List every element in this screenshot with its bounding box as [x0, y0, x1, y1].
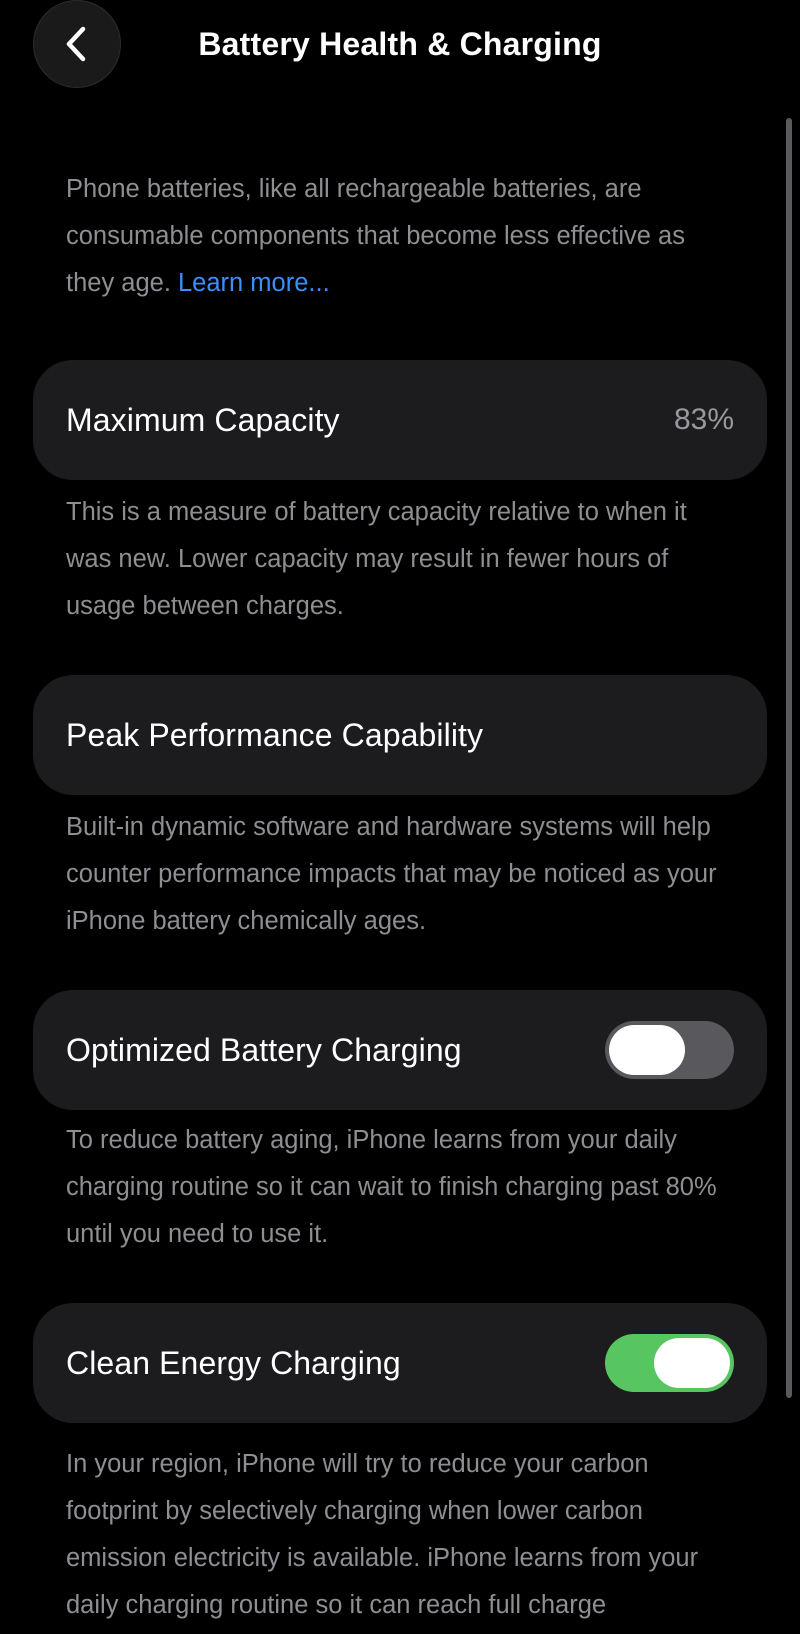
page-title: Battery Health & Charging: [198, 26, 602, 62]
clean-energy-charging-label: Clean Energy Charging: [66, 1344, 401, 1381]
peak-performance-label: Peak Performance Capability: [66, 716, 484, 753]
maximum-capacity-label: Maximum Capacity: [66, 401, 340, 438]
peak-performance-description: Built-in dynamic software and hardware s…: [66, 813, 717, 935]
optimized-charging-row: Optimized Battery Charging: [33, 990, 767, 1110]
clean-energy-charging-description: In your region, iPhone will try to reduc…: [66, 1450, 699, 1619]
intro-description: Phone batteries, like all rechargeable b…: [66, 166, 736, 307]
toggle-knob: [609, 1025, 685, 1075]
optimized-charging-toggle[interactable]: [605, 1021, 734, 1079]
toggle-knob: [654, 1338, 730, 1388]
maximum-capacity-description: This is a measure of battery capacity re…: [66, 498, 687, 620]
clean-energy-charging-toggle[interactable]: [605, 1334, 734, 1392]
learn-more-link[interactable]: Learn more...: [178, 269, 330, 297]
intro-text: Phone batteries, like all rechargeable b…: [66, 175, 685, 297]
scrollbar[interactable]: [786, 118, 792, 1398]
peak-performance-row[interactable]: Peak Performance Capability: [33, 675, 767, 795]
maximum-capacity-value: 83%: [673, 403, 734, 436]
clean-energy-charging-row: Clean Energy Charging: [33, 1303, 767, 1423]
optimized-charging-label: Optimized Battery Charging: [66, 1031, 462, 1068]
maximum-capacity-row: Maximum Capacity 83%: [33, 360, 767, 480]
optimized-charging-description: To reduce battery aging, iPhone learns f…: [66, 1126, 717, 1248]
